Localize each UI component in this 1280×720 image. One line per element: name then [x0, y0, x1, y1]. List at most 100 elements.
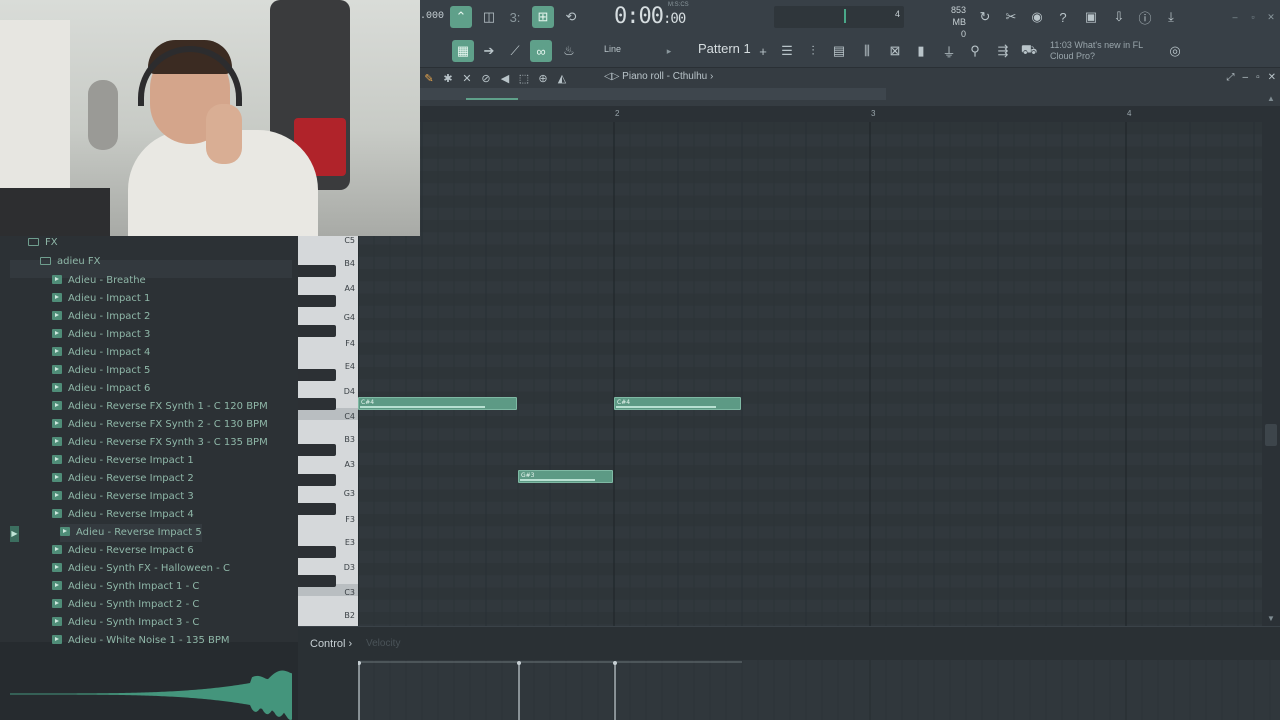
maximize-panel-icon[interactable]: ▫ [1256, 72, 1260, 83]
browser-icon[interactable]: ▮ [910, 40, 932, 62]
browser-item[interactable]: Adieu - Reverse FX Synth 2 - C 130 BPM [52, 416, 268, 434]
browser-item[interactable]: Adieu - Impact 2 [52, 308, 150, 326]
black-key[interactable] [298, 575, 336, 587]
note-grid[interactable]: C#4 C#4 G#3 [358, 122, 1262, 626]
preview-play-icon[interactable]: ▶ [10, 526, 19, 542]
pattern-prev-icon[interactable]: ▸ [658, 40, 680, 62]
browser-item[interactable]: Adieu - Reverse FX Synth 1 - C 120 BPM [52, 398, 268, 416]
black-key[interactable] [298, 295, 336, 307]
playlist-icon[interactable]: ☰ [776, 40, 798, 62]
select-tool-icon[interactable]: ⬚ [517, 72, 531, 85]
velocity-handle[interactable] [613, 661, 617, 665]
mute-tool-icon[interactable]: ⊘ [479, 72, 493, 85]
delete-tool-icon[interactable]: ✕ [460, 72, 474, 85]
browser-item[interactable]: Adieu - Synth Impact 2 - C [52, 596, 199, 614]
browser-item[interactable]: Adieu - Synth Impact 1 - C [52, 578, 199, 596]
countdown-icon[interactable]: 3: [504, 6, 526, 28]
close-window-icon[interactable]: ✕ [1260, 6, 1280, 28]
step-edit-icon[interactable]: ⊞ [532, 6, 554, 28]
browser-item[interactable]: Adieu - Reverse FX Synth 3 - C 135 BPM [52, 434, 268, 452]
control-selector[interactable]: Control › [310, 638, 352, 650]
browser-item[interactable]: Adieu - Impact 1 [52, 290, 150, 308]
help-icon[interactable]: ? [1052, 6, 1074, 28]
scroll-down-icon[interactable]: ▼ [1267, 614, 1275, 623]
send-icon[interactable]: ⇶ [992, 40, 1014, 62]
browser-item[interactable]: Adieu - Reverse Impact 1 [52, 452, 194, 470]
black-key[interactable] [298, 546, 336, 558]
black-key[interactable] [298, 444, 336, 456]
black-key[interactable] [298, 398, 336, 410]
master-volume-meter[interactable]: 4 [774, 6, 904, 28]
note-block[interactable]: C#4 [358, 397, 517, 410]
parent-folder[interactable]: FX [28, 234, 58, 252]
browser-item[interactable]: Adieu - White Noise 1 - 135 BPM [52, 632, 230, 650]
add-pattern-icon[interactable]: + [752, 40, 774, 62]
browser-item[interactable]: Adieu - Reverse Impact 4 [52, 506, 194, 524]
slice-tool-icon[interactable]: ◀ [498, 72, 512, 85]
browser-item[interactable]: Adieu - Reverse Impact 3 [52, 488, 194, 506]
cut-tool-icon[interactable]: ✂ [1000, 6, 1022, 28]
velocity-lane[interactable] [358, 660, 1280, 720]
plug-icon[interactable]: ⏚ [938, 40, 960, 62]
wand-icon[interactable]: ⚲ [964, 40, 986, 62]
loop-record-icon[interactable]: ⟲ [560, 6, 582, 28]
note-block[interactable]: G#3 [518, 470, 613, 483]
save-icon[interactable]: ▣ [1080, 6, 1102, 28]
browser-item[interactable]: Adieu - Synth FX - Halloween - C [52, 560, 230, 578]
pencil-tool-icon[interactable]: ⟋ [504, 40, 526, 62]
scroll-thumb[interactable] [466, 98, 518, 100]
black-key[interactable] [298, 474, 336, 486]
faders-icon[interactable]: ⫼ [856, 40, 878, 62]
pencil-icon[interactable]: ✎ [422, 72, 436, 85]
info-icon[interactable]: ⓘ [1134, 6, 1156, 28]
browser-item[interactable]: Adieu - Breathe [52, 272, 146, 290]
webcam-microphone [88, 80, 118, 150]
close-panel-icon[interactable]: ✕ [1268, 72, 1276, 83]
snap-selector[interactable]: Line [604, 44, 621, 54]
velocity-handle[interactable] [517, 661, 521, 665]
detach-icon[interactable]: ⤢ [1227, 72, 1235, 83]
zoom-tool-icon[interactable]: ⊕ [536, 72, 550, 85]
piano-roll-toggle-icon[interactable]: ▦ [452, 40, 474, 62]
browser-item[interactable]: Adieu - Impact 6 [52, 380, 150, 398]
mic-icon[interactable]: ◉ [1026, 6, 1048, 28]
undo-history-icon[interactable]: ↻ [974, 6, 996, 28]
black-key[interactable] [298, 369, 336, 381]
channel-rack-icon[interactable]: ▤ [828, 40, 850, 62]
arrow-right-icon[interactable]: ➔ [478, 40, 500, 62]
scroll-up-icon[interactable]: ▲ [1267, 94, 1275, 103]
black-key[interactable] [298, 265, 336, 277]
horizontal-scrollbar[interactable] [418, 88, 886, 100]
browser-item[interactable]: Adieu - Reverse Impact 2 [52, 470, 194, 488]
render-icon[interactable]: ⇩ [1108, 6, 1130, 28]
piano-keyboard[interactable]: C5 B4 A4 G4 F4 E4 D4 C4 B3 A3 G3 F3 E3 D3 C3 B2 [298, 236, 358, 626]
browser-item[interactable]: Adieu - Impact 3 [52, 326, 150, 344]
cart-icon[interactable]: ⛟ [1018, 40, 1040, 62]
browser-item[interactable]: Adieu - Impact 5 [52, 362, 150, 380]
plugin-db-icon[interactable]: ⊠ [884, 40, 906, 62]
browser-item[interactable]: Adieu - Reverse Impact 6 [52, 542, 194, 560]
link-icon[interactable]: ∞ [530, 40, 552, 62]
bar-ruler[interactable]: 2 3 4 [418, 106, 1262, 122]
browser-item[interactable]: Adieu - Synth Impact 3 - C [52, 614, 199, 632]
browser-item[interactable]: Adieu - Reverse Impact 5 [60, 524, 202, 542]
current-folder[interactable]: adieu FX [40, 253, 101, 271]
globe-icon[interactable]: ◎ [1164, 40, 1186, 62]
paint-icon[interactable]: ✱ [441, 72, 455, 85]
mixer-icon[interactable]: ⫶ [802, 40, 824, 62]
download-icon[interactable]: ⤓ [1160, 6, 1182, 28]
black-key[interactable] [298, 503, 336, 515]
bell-icon[interactable]: ♨ [558, 40, 580, 62]
minimize-panel-icon[interactable]: – [1243, 72, 1249, 83]
wait-record-icon[interactable]: ◫ [478, 6, 500, 28]
news-panel[interactable]: 11:03 What's new in FL Cloud Pro? [1050, 40, 1143, 62]
black-key[interactable] [298, 325, 336, 337]
pattern-selector[interactable]: Pattern 1 [698, 41, 751, 56]
metronome-icon[interactable]: ⌃ [450, 6, 472, 28]
tempo-readout[interactable]: .000 [420, 11, 444, 22]
vertical-scroll-thumb[interactable] [1265, 424, 1277, 446]
playback-tool-icon[interactable]: ◭ [555, 72, 569, 85]
browser-item[interactable]: Adieu - Impact 4 [52, 344, 150, 362]
vertical-scrollbar[interactable]: ▲ ▼ [1262, 94, 1280, 626]
note-block[interactable]: C#4 [614, 397, 741, 410]
